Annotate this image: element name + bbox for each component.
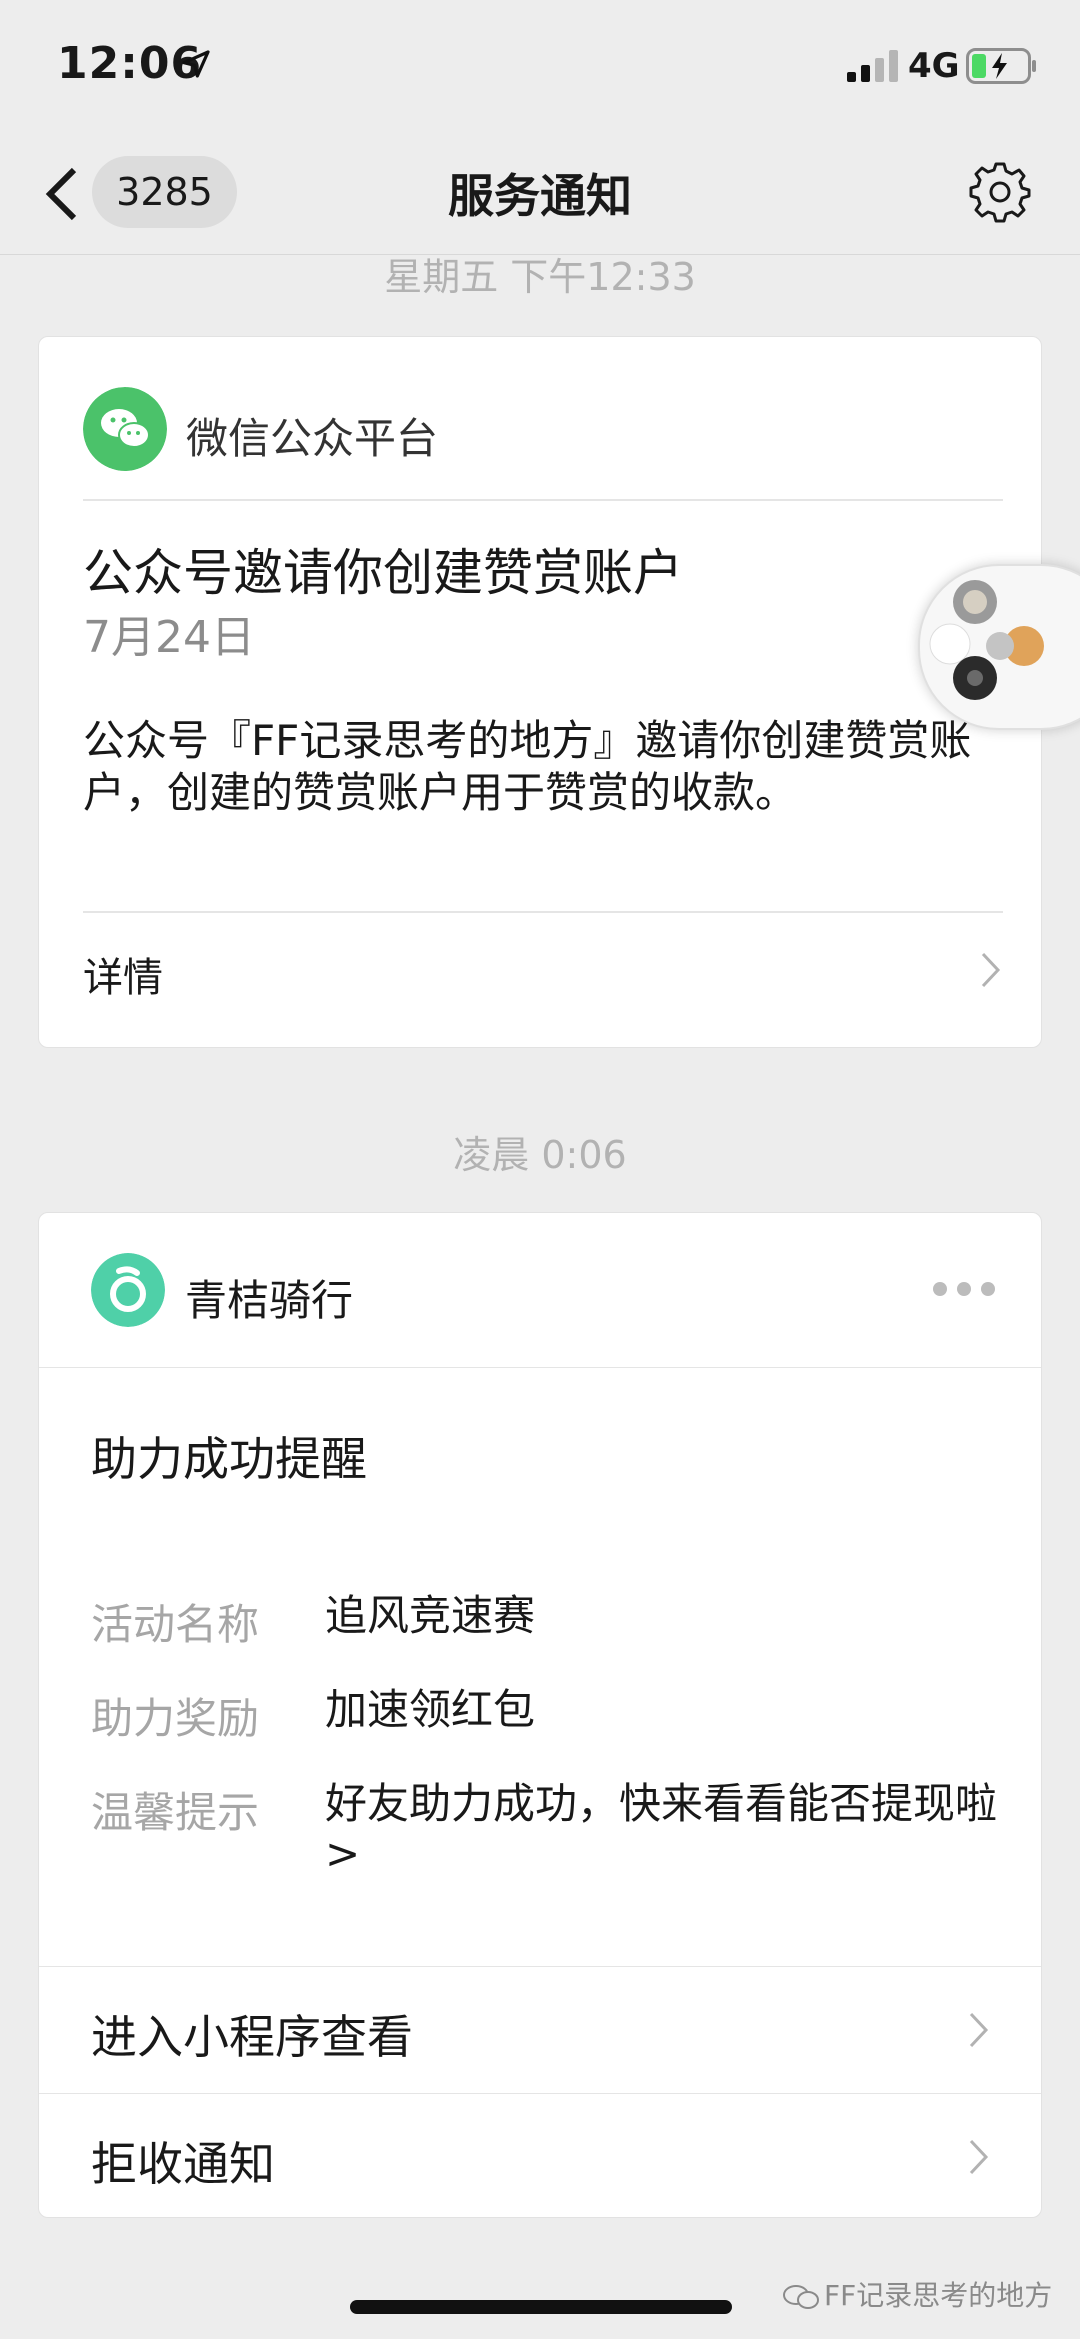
notification-title: 公众号邀请你创建赞赏账户 [83,544,683,602]
divider [39,1367,1041,1368]
time-separator: 星期五 下午12:33 [384,255,696,299]
wechat-icon [83,387,167,471]
chevron-right-icon [981,952,1001,988]
qingju-logo-icon [91,1253,165,1327]
source-name: 青桔骑行 [185,1276,354,1325]
notification-card[interactable]: 微信公众平台 公众号邀请你创建赞赏账户 7月24日 公众号『FF记录思考的地方』… [38,336,1042,1048]
wechat-watermark-icon [783,2285,819,2309]
action-label: 进入小程序查看 [91,2010,413,2064]
status-bar: 12:06 4G [0,0,1080,130]
divider [83,499,1003,501]
watermark-text: FF记录思考的地方 [824,2279,1053,2312]
watermark: FF记录思考的地方 [782,2274,1052,2314]
time-separator: 凌晨 0:06 [453,1133,627,1177]
notification-title: 助力成功提醒 [91,1432,367,1486]
open-mini-program-button[interactable]: 进入小程序查看 [39,1967,1041,2091]
field-value: 追风竞速赛 [325,1591,536,1640]
article-thumbnail-icon [929,580,1044,700]
network-type: 4G [908,46,960,86]
more-options-icon[interactable] [931,1279,997,1299]
nav-bar: 3285 服务通知 [0,130,1080,255]
floating-window-bubble[interactable] [918,564,1080,730]
action-label: 拒收通知 [91,2137,275,2191]
field-key: 活动名称 [91,1600,260,1649]
reject-notifications-button[interactable]: 拒收通知 [39,2094,1041,2218]
field-value: 加速领红包 [325,1685,536,1734]
page-title: 服务通知 [448,169,632,223]
battery-charging-icon [966,48,1036,84]
source-name: 微信公众平台 [186,414,439,463]
notification-card[interactable]: 青桔骑行 助力成功提醒 活动名称 追风竞速赛 助力奖励 加速领红包 温馨提示 好… [38,1212,1042,2218]
field-key: 温馨提示 [91,1788,260,1837]
notification-body: 公众号『FF记录思考的地方』邀请你创建赞赏账户，创建的赞赏账户用于赞赏的收款。 [83,716,972,817]
location-arrow-icon [182,50,210,78]
field-value: 好友助力成功，快来看看能否提现啦> [325,1779,998,1878]
field-key: 助力奖励 [91,1694,260,1743]
gear-icon[interactable] [968,160,1032,224]
details-label: 详情 [83,955,163,1001]
chevron-right-icon [969,2139,989,2175]
details-link[interactable]: 详情 [83,927,1003,1007]
divider [83,911,1003,913]
chevron-right-icon [969,2012,989,2048]
home-indicator[interactable] [350,2300,732,2314]
notification-date: 7月24日 [83,612,255,663]
signal-icon [847,50,898,82]
